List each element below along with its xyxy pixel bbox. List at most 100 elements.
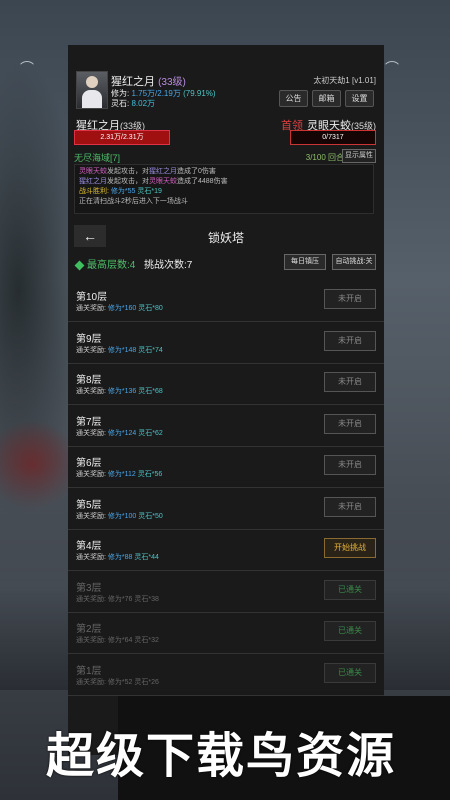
reward-cultivation: 修为*136 xyxy=(107,388,137,395)
spirit-stone-label: 灵石: xyxy=(111,99,130,108)
reward-label: 通关奖励: xyxy=(76,595,106,603)
floor-row: 第6层 通关奖励: 修为*112 灵石*56 未开启 xyxy=(68,446,384,488)
floor-row: 第5层 通关奖励: 修为*100 灵石*50 未开启 xyxy=(68,488,384,530)
cultivation-pct: (79.91%) xyxy=(183,89,216,98)
floor-reward: 通关奖励: 修为*148 灵石*74 xyxy=(76,345,163,355)
game-panel: 猩红之月 (33级) 修为: 1.75万/2.19万 (79.91%) 灵石: … xyxy=(68,45,384,755)
floor-reward: 通关奖励: 修为*112 灵石*56 xyxy=(76,469,162,479)
floor-row: 第10层 通关奖励: 修为*160 灵石*80 未开启 xyxy=(68,280,384,322)
player-level: (33级) xyxy=(158,77,186,88)
battle-log: 灵眼天蛟发起攻击，对猩红之月造成了0伤害 猩红之月发起攻击，对灵眼天蛟造成了44… xyxy=(74,164,374,214)
auto-challenge-toggle[interactable]: 自动挑战:关 xyxy=(332,254,376,270)
show-attributes-button[interactable]: 显示属性 xyxy=(342,149,376,163)
reward-spirit-stone: 灵石*38 xyxy=(134,595,159,603)
log-line: 灵眼天蛟发起攻击，对猩红之月造成了0伤害 xyxy=(79,168,216,175)
right-hp-bar: 0/7317 xyxy=(290,130,376,145)
daily-suppress-button[interactable]: 每日镇压 xyxy=(284,254,326,270)
mailbox-button[interactable]: 邮箱 xyxy=(312,90,341,107)
reward-cultivation: 修为*64 xyxy=(107,637,133,644)
floor-reward: 通关奖励: 修为*64 灵石*32 xyxy=(76,635,159,645)
reward-label: 通关奖励: xyxy=(76,678,106,686)
reward-spirit-stone: 灵石*32 xyxy=(134,637,159,644)
floor-reward: 通关奖励: 修为*136 灵石*68 xyxy=(76,386,163,396)
floor-action-button[interactable]: 未开启 xyxy=(324,496,376,517)
reward-spirit-stone: 灵石*62 xyxy=(138,429,163,437)
reward-spirit-stone: 灵石*80 xyxy=(138,305,163,312)
floor-row: 第9层 通关奖励: 修为*148 灵石*74 未开启 xyxy=(68,322,384,364)
bird-icon: ⌒ xyxy=(20,60,34,76)
floor-action-button[interactable]: 开始挑战 xyxy=(324,538,376,558)
reward-cultivation: 修为*100 xyxy=(107,512,137,520)
floor-reward: 通关奖励: 修为*76 灵石*38 xyxy=(76,594,159,604)
challenge-count: 挑战次数:7 xyxy=(144,260,193,271)
log-line: 正在清扫战斗2秒后进入下一场战斗 xyxy=(79,198,188,205)
reward-spirit-stone: 灵石*50 xyxy=(138,512,163,520)
reward-label: 通关奖励: xyxy=(76,305,106,312)
reward-label: 通关奖励: xyxy=(76,346,106,354)
player-name: 猩红之月 (33级) xyxy=(111,73,186,89)
version-label: 太初天劫1 [v1.01] xyxy=(313,76,376,85)
log-line: 战斗胜利: 修为*55 灵石*19 xyxy=(79,188,162,195)
area-name: 无尽海域[7] xyxy=(74,153,121,163)
spirit-stone-value: 8.02万 xyxy=(131,99,156,108)
diamond-icon xyxy=(74,260,85,271)
reward-spirit-stone: 灵石*56 xyxy=(137,471,163,478)
floor-name: 第1层 xyxy=(76,665,102,677)
floor-name: 第2层 xyxy=(76,624,102,635)
floor-row: 第4层 通关奖励: 修为*88 灵石*44 开始挑战 xyxy=(68,529,384,571)
floor-row: 第7层 通关奖励: 修为*124 灵石*62 未开启 xyxy=(68,405,384,447)
reward-label: 通关奖励: xyxy=(76,512,106,520)
reward-cultivation: 修为*76 xyxy=(107,595,133,603)
floor-row: 第8层 通关奖励: 修为*136 灵石*68 未开启 xyxy=(68,363,384,405)
floor-action-button[interactable]: 未开启 xyxy=(324,289,376,309)
watermark-text: 超级下载鸟资源 xyxy=(46,728,397,784)
max-floor: 最高层数:4 xyxy=(74,256,135,271)
round-counter: 3/100 回合 xyxy=(305,153,344,162)
reward-spirit-stone: 灵石*26 xyxy=(134,678,159,686)
reward-cultivation: 修为*124 xyxy=(107,429,137,437)
reward-cultivation: 修为*52 xyxy=(107,678,133,686)
reward-spirit-stone: 灵石*74 xyxy=(138,346,163,354)
left-hp-bar: 2.31万/2.31万 xyxy=(74,130,170,145)
reward-label: 通关奖励: xyxy=(76,471,106,478)
floor-action-button[interactable]: 已通关 xyxy=(324,662,376,683)
reward-cultivation: 修为*160 xyxy=(107,305,137,312)
floor-name: 第7层 xyxy=(76,416,102,428)
avatar[interactable] xyxy=(76,71,108,109)
settings-button[interactable]: 设置 xyxy=(345,90,374,107)
floor-name: 第3层 xyxy=(76,582,102,594)
log-line: 猩红之月发起攻击，对灵眼天蛟造成了4488伤害 xyxy=(79,178,228,185)
reward-cultivation: 修为*88 xyxy=(107,554,133,561)
floor-reward: 通关奖励: 修为*160 灵石*80 xyxy=(76,303,163,313)
floor-action-button[interactable]: 未开启 xyxy=(324,413,376,434)
floor-row: 第2层 通关奖励: 修为*64 灵石*32 已通关 xyxy=(68,612,384,654)
spirit-stone-stat: 灵石: 8.02万 xyxy=(111,98,155,109)
floor-reward: 通关奖励: 修为*52 灵石*26 xyxy=(76,677,159,687)
cultivation-label: 修为: xyxy=(111,89,130,98)
reward-cultivation: 修为*148 xyxy=(107,346,137,354)
floor-action-button[interactable]: 未开启 xyxy=(324,330,376,351)
reward-spirit-stone: 灵石*68 xyxy=(138,388,163,395)
reward-label: 通关奖励: xyxy=(76,388,106,395)
floor-name: 第9层 xyxy=(76,333,102,345)
reward-cultivation: 修为*112 xyxy=(107,471,136,478)
floor-row: 第3层 通关奖励: 修为*76 灵石*38 已通关 xyxy=(68,571,384,613)
floor-reward: 通关奖励: 修为*88 灵石*44 xyxy=(76,552,159,562)
floor-name: 第8层 xyxy=(76,375,102,386)
floor-action-button[interactable]: 未开启 xyxy=(324,372,376,392)
floor-action-button[interactable]: 已通关 xyxy=(324,621,376,641)
floor-reward: 通关奖励: 修为*124 灵石*62 xyxy=(76,428,163,438)
reward-label: 通关奖励: xyxy=(76,554,106,561)
floor-row: 第1层 通关奖励: 修为*52 灵石*26 已通关 xyxy=(68,654,384,696)
floor-action-button[interactable]: 已通关 xyxy=(324,579,376,600)
cultivation-value: 1.75万/2.19万 xyxy=(131,89,181,98)
floor-name: 第5层 xyxy=(76,499,102,511)
watermark: 超级下载鸟资源 xyxy=(0,696,450,800)
notice-button[interactable]: 公告 xyxy=(279,90,308,107)
reward-spirit-stone: 灵石*44 xyxy=(134,554,159,561)
reward-label: 通关奖励: xyxy=(76,637,106,644)
floor-action-button[interactable]: 未开启 xyxy=(324,455,376,475)
page-title: 锁妖塔 xyxy=(207,231,244,245)
floor-name: 第4层 xyxy=(76,541,102,552)
floor-name: 第10层 xyxy=(76,292,108,303)
